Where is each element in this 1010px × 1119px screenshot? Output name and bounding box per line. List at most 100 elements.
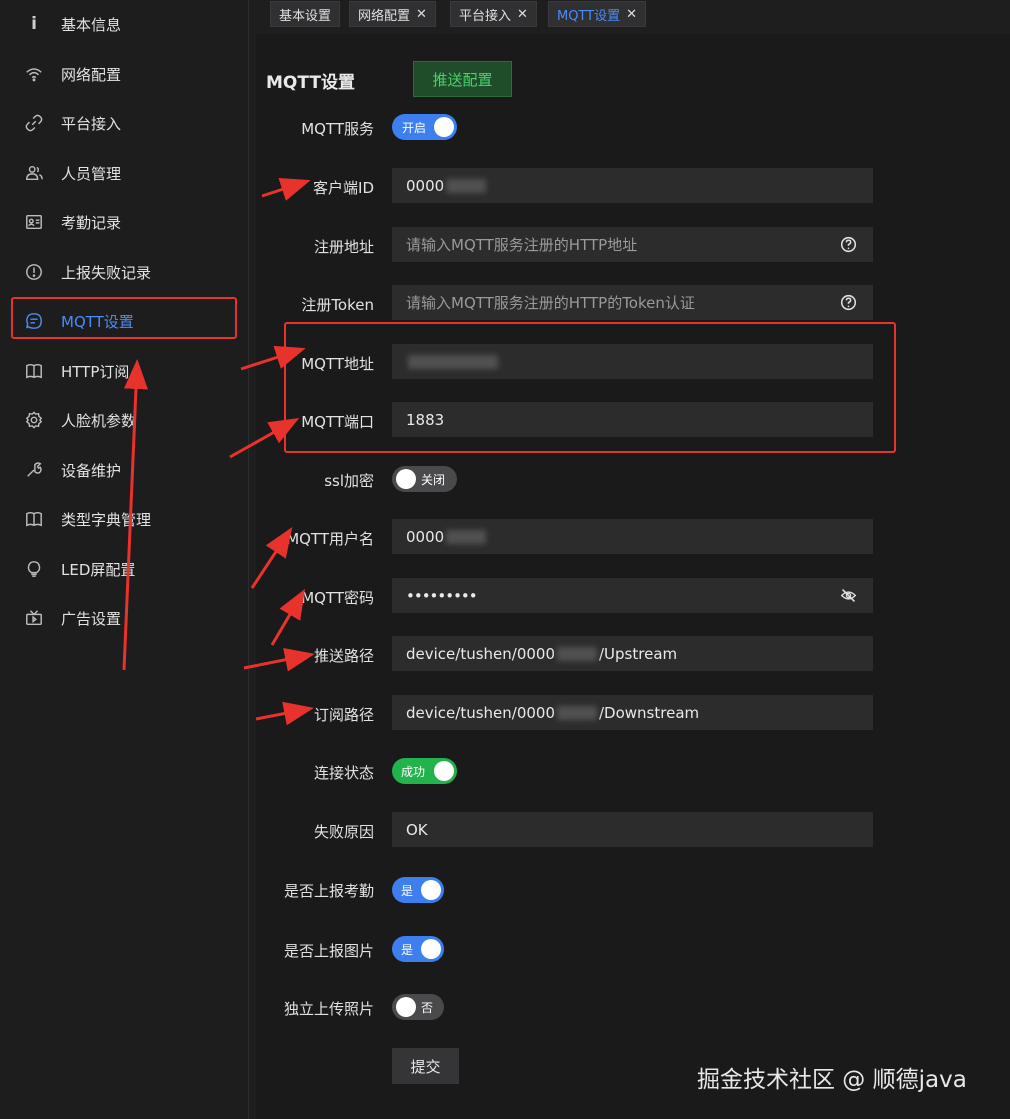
fail-reason-value: OK — [406, 820, 428, 839]
switch-text: 成功 — [401, 764, 426, 779]
book-icon — [24, 509, 44, 529]
sub-path-suffix: /Downstream — [599, 703, 700, 722]
redaction-blur — [557, 646, 597, 661]
eye-off-icon[interactable] — [840, 587, 857, 604]
report-attendance-label: 是否上报考勤 — [283, 882, 374, 900]
close-icon[interactable]: ✕ — [416, 7, 427, 22]
sidebar-item-network[interactable]: 网络配置 — [0, 54, 248, 94]
register-url-placeholder: 请输入MQTT服务注册的HTTP地址 — [406, 236, 638, 254]
tv-icon — [24, 608, 44, 628]
tab-basic-settings[interactable]: 基本设置 — [270, 1, 341, 27]
report-image-switch[interactable]: 是 — [392, 936, 444, 962]
username-field[interactable]: 0000 — [392, 519, 873, 554]
username-value: 0000 — [406, 527, 445, 546]
tab-network[interactable]: 网络配置 ✕ — [349, 1, 436, 27]
upload-photo-label: 独立上传照片 — [283, 1000, 374, 1018]
conn-status-label: 连接状态 — [313, 764, 374, 782]
sub-path-label: 订阅路径 — [313, 706, 374, 724]
sidebar-item-label: 人脸机参数 — [61, 411, 137, 430]
fail-reason-field[interactable]: OK — [392, 812, 873, 847]
upload-photo-switch[interactable]: 否 — [392, 994, 444, 1020]
sidebar-item-label: LED屏配置 — [61, 560, 136, 579]
client-id-value: 0000 — [406, 176, 445, 195]
register-url-label: 注册地址 — [313, 238, 374, 256]
sidebar-item-label: 人员管理 — [61, 164, 122, 183]
sidebar-item-label: 类型字典管理 — [61, 510, 152, 529]
username-label: MQTT用户名 — [286, 530, 374, 548]
push-path-label: 推送路径 — [313, 647, 374, 665]
switch-knob — [434, 117, 454, 137]
sidebar-item-label: HTTP订阅 — [61, 362, 130, 381]
switch-text: 开启 — [402, 120, 427, 135]
sidebar-item-label: 上报失败记录 — [61, 263, 152, 282]
sidebar-item-label: 考勤记录 — [61, 213, 122, 232]
close-icon[interactable]: ✕ — [626, 7, 637, 22]
link-icon — [24, 113, 44, 133]
tab-mqtt[interactable]: MQTT设置 ✕ — [548, 1, 647, 27]
book-icon — [24, 361, 44, 381]
switch-knob — [434, 761, 454, 781]
sidebar-item-label: 基本信息 — [61, 15, 122, 34]
tab-platform[interactable]: 平台接入 ✕ — [450, 1, 537, 27]
sidebar-item-led[interactable]: LED屏配置 — [0, 549, 248, 589]
help-icon[interactable] — [840, 294, 857, 311]
wifi-icon — [24, 64, 44, 84]
wrench-icon — [24, 460, 44, 480]
alert-icon — [24, 262, 44, 282]
redaction-blur — [557, 705, 597, 720]
redaction-blur — [446, 529, 487, 544]
page-title: MQTT设置 — [266, 73, 355, 93]
sidebar-item-basic-info[interactable]: i 基本信息 — [0, 4, 248, 44]
report-attendance-switch[interactable]: 是 — [392, 877, 444, 903]
push-path-suffix: /Upstream — [599, 644, 678, 663]
sidebar-item-failed-reports[interactable]: 上报失败记录 — [0, 252, 248, 292]
id-card-icon — [24, 212, 44, 232]
push-config-button[interactable]: 推送配置 — [413, 61, 512, 97]
fail-reason-label: 失败原因 — [313, 823, 374, 841]
watermark: 掘金技术社区 @ 顺德java — [697, 1067, 967, 1093]
close-icon[interactable]: ✕ — [517, 7, 528, 22]
switch-knob — [421, 939, 441, 959]
switch-knob — [396, 469, 416, 489]
password-value: ••••••••• — [406, 586, 478, 605]
sidebar-item-label: 网络配置 — [61, 65, 122, 84]
switch-text: 是 — [401, 942, 414, 957]
password-label: MQTT密码 — [301, 589, 374, 607]
register-token-placeholder: 请输入MQTT服务注册的HTTP的Token认证 — [406, 294, 695, 312]
client-id-field[interactable]: 0000 — [392, 168, 873, 203]
register-token-label: 注册Token — [301, 296, 374, 314]
password-field[interactable]: ••••••••• — [392, 578, 873, 613]
help-icon[interactable] — [840, 236, 857, 253]
annotation-highlight-box — [284, 322, 896, 453]
gear-icon — [24, 410, 44, 430]
report-image-label: 是否上报图片 — [283, 942, 374, 960]
sidebar-item-label: 平台接入 — [61, 114, 122, 133]
switch-text: 是 — [401, 883, 414, 898]
push-path-prefix: device/tushen/0000 — [406, 644, 555, 663]
submit-button[interactable]: 提交 — [392, 1048, 459, 1084]
tab-label: 网络配置 — [358, 8, 411, 24]
client-id-label: 客户端ID — [313, 179, 374, 197]
conn-status-switch[interactable]: 成功 — [392, 758, 457, 784]
tab-label: 基本设置 — [279, 8, 332, 24]
sidebar-item-label: 广告设置 — [61, 609, 122, 628]
sub-path-field[interactable]: device/tushen/0000/Downstream — [392, 695, 873, 730]
sidebar-item-label: 设备维护 — [61, 461, 122, 480]
mqtt-service-label: MQTT服务 — [301, 120, 374, 138]
redaction-blur — [446, 178, 487, 193]
register-url-field[interactable]: 请输入MQTT服务注册的HTTP地址 — [392, 227, 873, 262]
push-path-field[interactable]: device/tushen/0000/Upstream — [392, 636, 873, 671]
ssl-switch[interactable]: 关闭 — [392, 466, 457, 492]
ssl-label: ssl加密 — [324, 472, 374, 490]
users-icon — [24, 163, 44, 183]
switch-text: 否 — [421, 1000, 434, 1015]
register-token-field[interactable]: 请输入MQTT服务注册的HTTP的Token认证 — [392, 285, 873, 320]
mqtt-service-switch[interactable]: 开启 — [392, 114, 457, 140]
tab-label: MQTT设置 — [557, 8, 621, 24]
tab-label: 平台接入 — [459, 8, 512, 24]
switch-knob — [396, 997, 416, 1017]
switch-text: 关闭 — [421, 472, 446, 487]
bulb-icon — [24, 559, 44, 579]
info-icon: i — [31, 14, 37, 34]
sub-path-prefix: device/tushen/0000 — [406, 703, 555, 722]
